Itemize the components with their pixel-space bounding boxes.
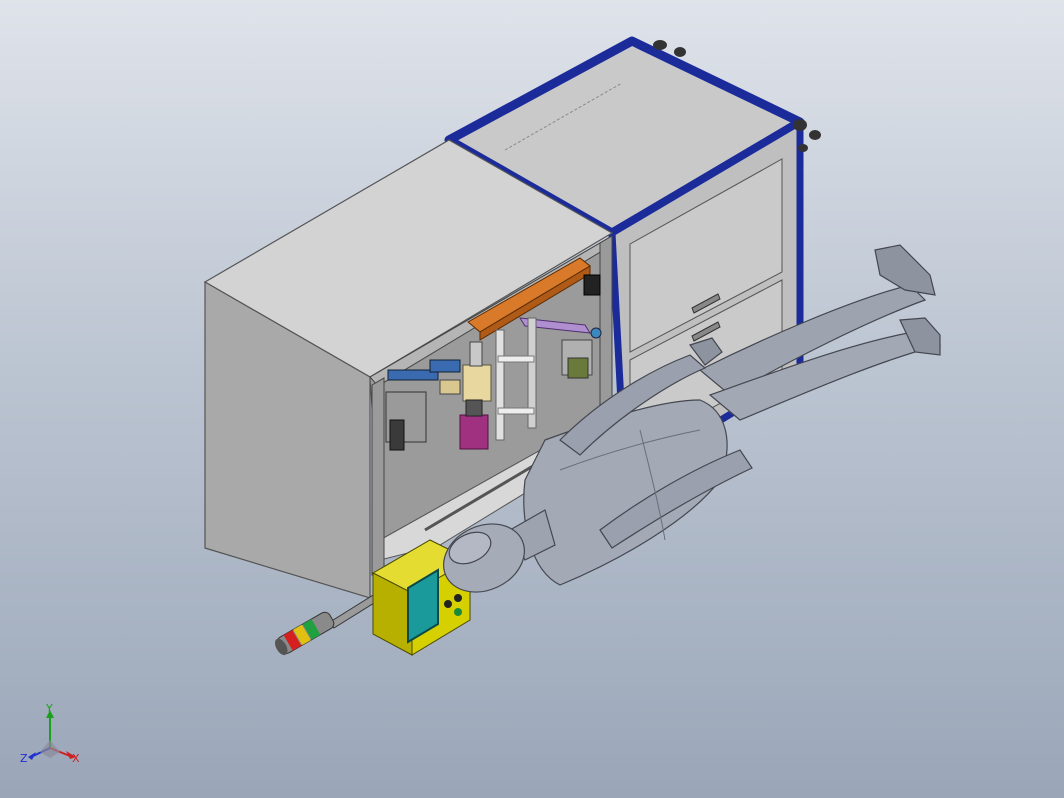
- triad-y-label: Y: [45, 702, 53, 715]
- spindle-housing: [462, 364, 492, 402]
- triad-x-label: X: [72, 752, 80, 765]
- signal-light-tower: [275, 591, 383, 656]
- mannequin-foot-upper: [874, 244, 936, 296]
- panel-button-3[interactable]: [444, 600, 452, 608]
- cad-model-view[interactable]: Y X Z: [0, 0, 1064, 798]
- cad-viewport[interactable]: Y X Z: [0, 0, 1064, 798]
- panel-button-1[interactable]: [454, 594, 462, 602]
- orientation-triad[interactable]: Y X Z: [20, 702, 80, 765]
- panel-button-2[interactable]: [454, 608, 462, 616]
- triad-z-label: Z: [20, 752, 28, 765]
- sensor-block: [583, 274, 601, 296]
- magenta-tool-block: [459, 414, 489, 450]
